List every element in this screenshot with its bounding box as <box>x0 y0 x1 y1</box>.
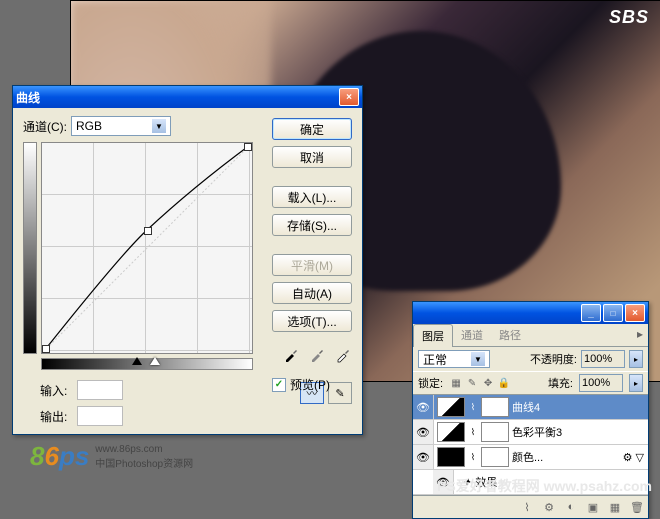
save-button[interactable]: 存储(S)... <box>272 214 352 236</box>
fill-label: 填充: <box>548 375 573 391</box>
chevron-down-icon: ▼ <box>152 119 166 133</box>
close-icon[interactable]: × <box>625 304 645 322</box>
layer-name[interactable]: 色彩平衡3 <box>512 424 562 440</box>
load-button[interactable]: 载入(L)... <box>272 186 352 208</box>
opacity-input[interactable]: 100% <box>581 350 625 368</box>
cancel-button[interactable]: 取消 <box>272 146 352 168</box>
opacity-slider-icon[interactable]: ▸ <box>629 350 643 368</box>
mask-thumb[interactable] <box>481 422 509 442</box>
layer-name[interactable]: 曲线4 <box>512 399 540 415</box>
layer-style-icon[interactable]: ⚙ <box>541 499 557 515</box>
layer-item[interactable]: 👁 ⌇ 曲线4 <box>413 395 648 420</box>
channel-label: 通道(C): <box>23 118 67 135</box>
maximize-icon[interactable]: □ <box>603 304 623 322</box>
layers-toolbar: ⌇ ⚙ ◐ ▣ ▦ 🗑 <box>413 495 648 518</box>
fill-input[interactable]: 100% <box>579 374 623 392</box>
visibility-icon[interactable]: 👁 <box>413 395 434 419</box>
channel-select[interactable]: RGB ▼ <box>71 116 171 136</box>
curves-grid[interactable] <box>41 142 253 354</box>
eyedropper-white-icon[interactable] <box>334 346 352 364</box>
input-value[interactable] <box>77 380 123 400</box>
curve-point-shadow[interactable] <box>42 345 50 353</box>
tab-channels[interactable]: 通道 <box>453 324 491 346</box>
delete-layer-icon[interactable]: 🗑 <box>629 499 645 515</box>
smooth-button: 平滑(M) <box>272 254 352 276</box>
layer-name[interactable]: 颜色... <box>512 449 543 465</box>
link-icon: ⌇ <box>468 427 478 438</box>
minimize-icon[interactable]: _ <box>581 304 601 322</box>
ok-button[interactable]: 确定 <box>272 118 352 140</box>
curve-point-highlight[interactable] <box>244 143 252 151</box>
blend-mode-value: 正常 <box>423 351 447 368</box>
lock-label: 锁定: <box>418 375 443 391</box>
output-gradient <box>23 142 37 354</box>
link-icon: ⌇ <box>468 452 478 463</box>
new-group-icon[interactable]: ▣ <box>585 499 601 515</box>
mask-thumb[interactable] <box>481 397 509 417</box>
opacity-label: 不透明度: <box>530 351 577 367</box>
mask-thumb[interactable] <box>481 447 509 467</box>
curve-line[interactable] <box>42 143 252 353</box>
lock-paint-icon[interactable]: ✎ <box>465 376 479 390</box>
blend-mode-select[interactable]: 正常 ▼ <box>418 350 490 368</box>
input-label: 输入: <box>40 382 67 399</box>
tab-layers[interactable]: 图层 <box>413 324 453 347</box>
slider-black[interactable] <box>132 357 142 365</box>
tab-paths[interactable]: 路径 <box>491 324 529 346</box>
new-layer-icon[interactable]: ▦ <box>607 499 623 515</box>
visibility-icon[interactable]: 👁 <box>413 420 434 444</box>
eyedropper-gray-icon[interactable] <box>308 346 326 364</box>
chevron-down-icon: ▼ <box>471 352 485 366</box>
lock-all-icon[interactable]: 🔒 <box>497 376 511 390</box>
lock-transparency-icon[interactable]: ▦ <box>449 376 463 390</box>
curves-title: 曲线 <box>16 89 40 106</box>
channel-value: RGB <box>76 119 102 133</box>
slider-white[interactable] <box>150 357 160 365</box>
curves-dialog: 曲线 × 通道(C): RGB ▼ <box>12 85 363 435</box>
close-icon[interactable]: × <box>339 88 359 106</box>
visibility-icon[interactable]: 👁 <box>413 445 434 469</box>
watermark-url: www.86ps.com <box>95 444 162 455</box>
fill-thumb[interactable] <box>437 447 465 467</box>
adjustment-thumb[interactable] <box>437 422 465 442</box>
lock-position-icon[interactable]: ✥ <box>481 376 495 390</box>
output-value[interactable] <box>77 406 123 426</box>
watermark-86ps: 86ps www.86ps.com 中国Photoshop资源网 <box>30 441 193 472</box>
eyedropper-black-icon[interactable] <box>282 346 300 364</box>
layer-item[interactable]: 👁 ⌇ 颜色... ⚙ ▽ <box>413 445 648 470</box>
options-button[interactable]: 选项(T)... <box>272 310 352 332</box>
palette-menu-icon[interactable]: ▸ <box>632 324 648 346</box>
broadcast-logo: SBS <box>609 7 649 28</box>
preview-label: 预览(P) <box>290 376 330 393</box>
layers-titlebar[interactable]: _ □ × <box>413 302 648 324</box>
effects-indicator-icon[interactable]: ⚙ ▽ <box>623 451 644 464</box>
output-label: 输出: <box>40 408 67 425</box>
adjustment-thumb[interactable] <box>437 397 465 417</box>
preview-checkbox[interactable]: ✓ 预览(P) <box>272 376 352 393</box>
watermark-desc: 中国Photoshop资源网 <box>95 459 193 470</box>
curves-titlebar[interactable]: 曲线 × <box>13 86 362 108</box>
fill-slider-icon[interactable]: ▸ <box>629 374 643 392</box>
link-icon: ⌇ <box>468 402 478 413</box>
checkmark-icon: ✓ <box>272 378 286 392</box>
layer-mask-icon[interactable]: ◐ <box>563 499 579 515</box>
auto-button[interactable]: 自动(A) <box>272 282 352 304</box>
curve-point-mid[interactable] <box>144 227 152 235</box>
link-layers-icon[interactable]: ⌇ <box>519 499 535 515</box>
watermark-psahz: PS爱好者教程网 www.psahz.com <box>437 476 652 496</box>
layer-item[interactable]: 👁 ⌇ 色彩平衡3 <box>413 420 648 445</box>
input-gradient <box>41 358 253 370</box>
